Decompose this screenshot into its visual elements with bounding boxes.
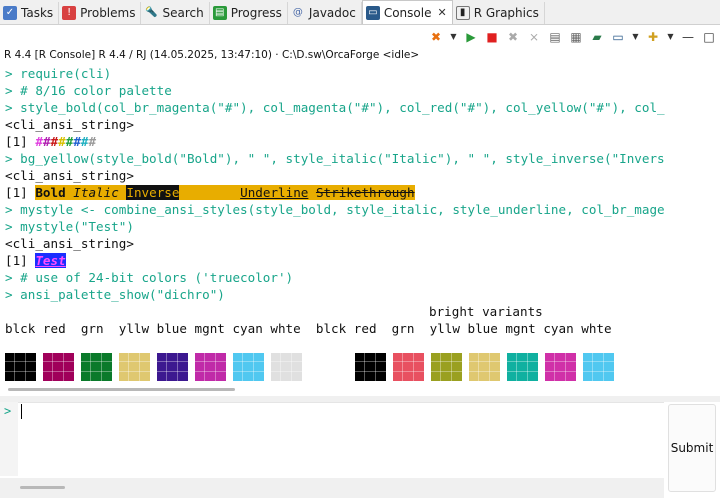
console-icon: ▭ (365, 5, 380, 20)
palette-swatch (506, 353, 538, 381)
input-scroll-track (0, 478, 664, 498)
text-caret (21, 404, 22, 419)
cancel-icon[interactable]: ✖ (429, 30, 443, 44)
hash-char: # (73, 134, 81, 149)
palette-swatch (271, 353, 302, 381)
tab-label: R Graphics (473, 6, 539, 20)
console-line-test: [1] Test (5, 252, 66, 269)
palette-swatch (582, 353, 614, 381)
tab-javadoc[interactable]: @ Javadoc (288, 2, 362, 24)
search-icon: 🔦 (145, 7, 158, 18)
test-styled-text: Test (35, 253, 66, 268)
tab-label: Tasks (21, 6, 54, 20)
tab-tasks[interactable]: ✓ Tasks (0, 2, 60, 24)
input-horizontal-scrollbar[interactable] (20, 486, 65, 489)
tab-label: Console (383, 5, 432, 20)
chevron-down-icon[interactable]: ▼ (667, 30, 674, 44)
pin-console-icon[interactable]: ▰ (590, 30, 604, 44)
palette-swatch (119, 353, 150, 381)
new-console-icon[interactable]: ✚ (646, 30, 660, 44)
scroll-lock-icon[interactable]: ▦ (569, 30, 583, 44)
palette-swatch (354, 353, 386, 381)
hash-char: # (80, 134, 89, 149)
r-graphics-icon: ▮ (455, 6, 470, 20)
tab-console[interactable]: ▭ Console ✕ (361, 0, 453, 24)
console-line: > ansi_palette_show("dichro") (5, 287, 225, 302)
stop-icon[interactable]: ■ (485, 30, 499, 44)
tab-label: Problems (80, 6, 136, 20)
tasks-icon: ✓ (3, 6, 17, 20)
console-line: <cli_ansi_string> (5, 168, 134, 183)
console-line: <cli_ansi_string> (5, 117, 134, 132)
maximize-icon[interactable]: □ (702, 30, 716, 44)
palette-swatch (43, 353, 74, 381)
input-prompt: > (4, 404, 12, 418)
palette-swatch (5, 353, 36, 381)
output-prefix: [1] (5, 134, 36, 149)
output-prefix: [1] (5, 253, 36, 268)
progress-icon: ▤ (212, 6, 227, 20)
strikethrough-text: Strikethrough (315, 185, 415, 200)
tab-label: Progress (230, 6, 282, 20)
submit-button[interactable]: Submit (668, 404, 716, 492)
bold-text: Bold (35, 185, 66, 200)
console-input-area[interactable] (0, 402, 664, 477)
console-line: > # 8/16 color palette (5, 83, 172, 98)
problems-icon: ! (62, 6, 77, 20)
palette-labels: blck red grn yllw blue mgnt cyan whte bl… (5, 321, 612, 336)
palette-swatch (233, 353, 264, 381)
tab-label: Search (162, 6, 204, 20)
hash-char: # (88, 134, 97, 149)
palette-swatch (157, 353, 188, 381)
inverse-text: Inverse (126, 185, 180, 200)
tab-label: Javadoc (308, 6, 356, 20)
console-status-line: R 4.4 [R Console] R 4.4 / RJ (14.05.2025… (4, 49, 420, 61)
chevron-down-icon[interactable]: ▼ (632, 30, 639, 44)
view-tab-bar: ✓ Tasks ! Problems 🔦 Search ▤ Progress @… (0, 0, 720, 25)
hash-char: # (58, 134, 66, 149)
tab-search[interactable]: 🔦 Search (141, 2, 210, 24)
remove-launch-icon[interactable]: ✖ (506, 30, 520, 44)
palette-swatch (195, 353, 226, 381)
hash-char: # (50, 134, 59, 149)
console-line: > bg_yellow(style_bold("Bold"), " ", sty… (5, 151, 665, 166)
console-line: > style_bold(col_br_magenta("#"), col_ma… (5, 100, 665, 115)
console-line: > require(cli) (5, 66, 112, 81)
console-line: > # use of 24-bit colors ('truecolor') (5, 270, 294, 285)
horizontal-scrollbar[interactable] (8, 388, 235, 391)
palette-swatch (544, 353, 576, 381)
palette-header: bright variants (429, 304, 543, 319)
palette-swatch (468, 353, 500, 381)
chevron-down-icon[interactable]: ▼ (450, 30, 457, 44)
javadoc-icon: @ (292, 7, 303, 18)
output-prefix: [1] (5, 185, 36, 200)
palette-swatch (81, 353, 112, 381)
console-line: > mystyle <- combine_ansi_styles(style_b… (5, 202, 665, 217)
display-console-icon[interactable]: ▭ (611, 30, 625, 44)
underline-text: Underline (240, 185, 309, 200)
close-icon[interactable]: ✕ (437, 6, 446, 19)
tab-r-graphics[interactable]: ▮ R Graphics (453, 2, 545, 24)
palette-swatch (392, 353, 424, 381)
console-line: <cli_ansi_string> (5, 236, 134, 251)
console-line-styled: [1] Bold Italic Inverse Underline Strike… (5, 184, 415, 201)
remove-all-icon[interactable]: ⨯ (527, 30, 541, 44)
colored-hashes: ######## (35, 134, 96, 149)
terminate-all-icon[interactable]: ▶ (464, 30, 478, 44)
tab-progress[interactable]: ▤ Progress (210, 2, 288, 24)
hash-char: # (42, 134, 51, 149)
clear-console-icon[interactable]: ▤ (548, 30, 562, 44)
hash-char: # (35, 134, 43, 149)
console-toolbar: ✖ ▼ ▶ ■ ✖ ⨯ ▤ ▦ ▰ ▭ ▼ ✚ ▼ — □ (429, 27, 716, 47)
console-line-hashes: [1] ######## (5, 133, 96, 150)
console-output[interactable]: > require(cli) > # 8/16 color palette > … (0, 64, 720, 386)
minimize-icon[interactable]: — (681, 30, 695, 44)
tab-problems[interactable]: ! Problems (59, 2, 142, 24)
console-line: > mystyle("Test") (5, 219, 134, 234)
italic-text: Italic (73, 185, 119, 200)
palette-swatch (430, 353, 462, 381)
